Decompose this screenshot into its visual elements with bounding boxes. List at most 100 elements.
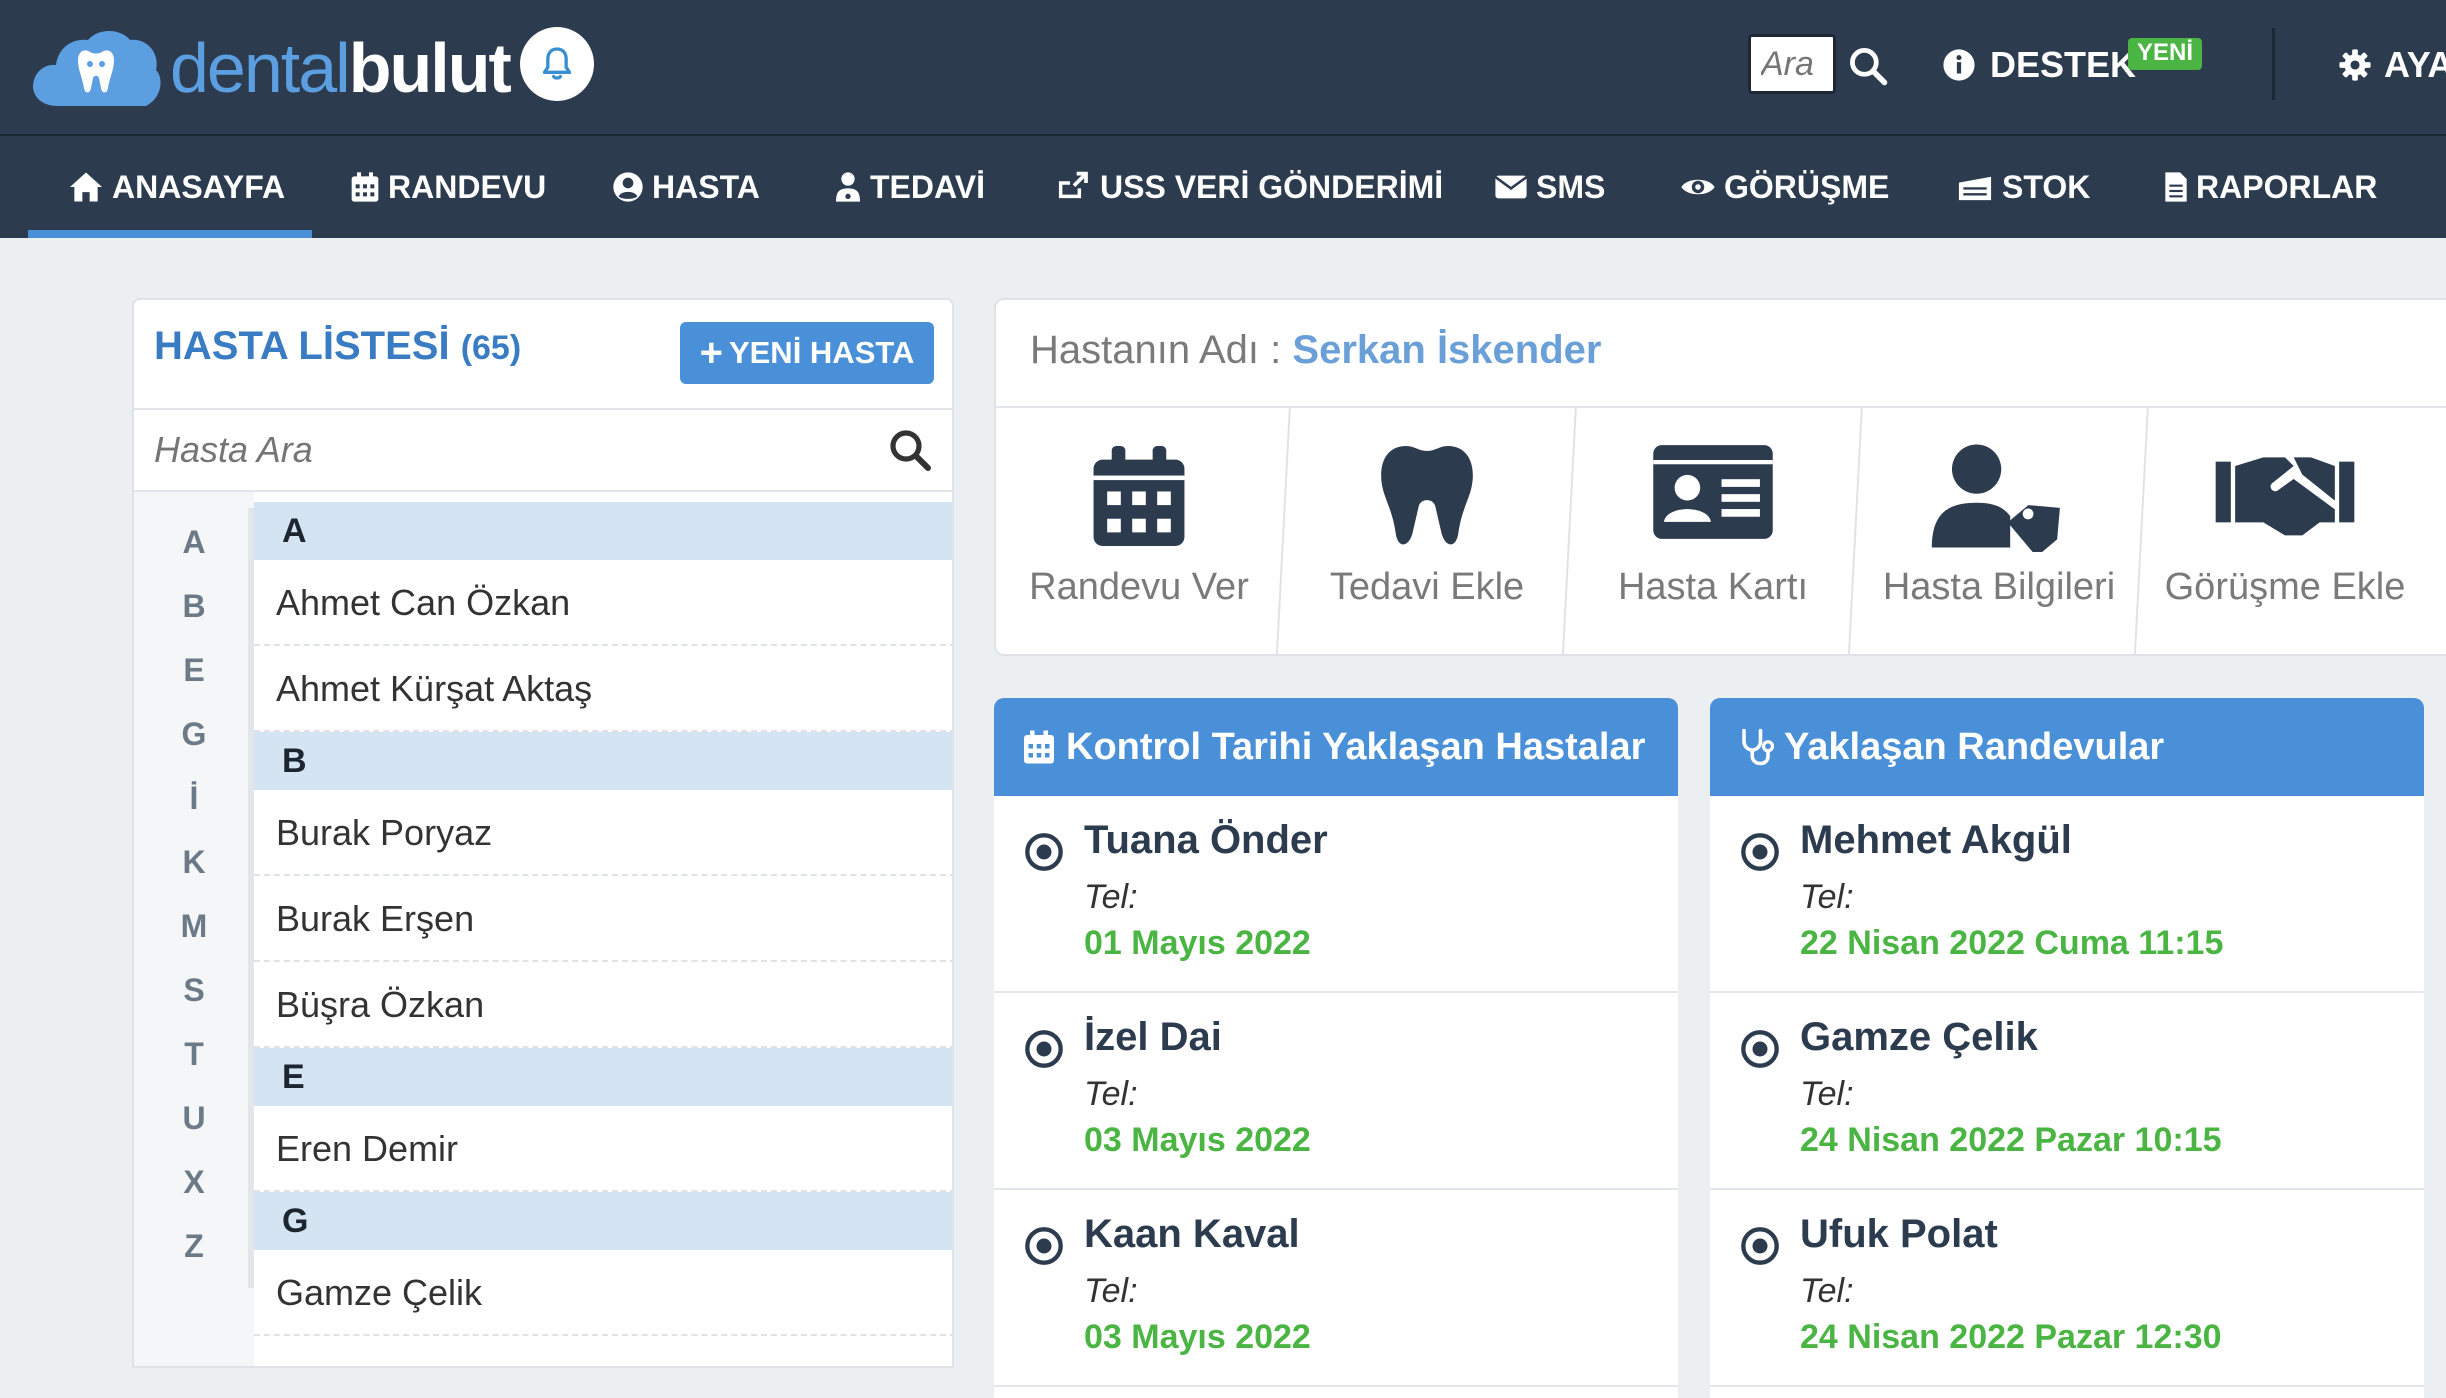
list-item[interactable]: Gamze Çelik Tel: 24 Nisan 2022 Pazar 10:… [1710,993,2424,1190]
dot-circle-icon [1741,1227,1779,1265]
alphabet-letter[interactable]: X [134,1164,254,1201]
action-label: Tedavi Ekle [1329,566,1525,608]
action-gorusme-ekle[interactable]: Görüşme Ekle [2142,408,2428,654]
list-item[interactable]: Ufuk Polat Tel: 24 Nisan 2022 Pazar 12:3… [1710,1190,2424,1387]
control-widget-title: Kontrol Tarihi Yaklaşan Hastalar [1066,725,1646,768]
user-md-icon [836,172,860,202]
alphabet-letter[interactable]: S [134,972,254,1009]
nav-item-hasta[interactable]: HASTA [612,136,760,238]
global-search-input[interactable] [1748,34,1836,94]
nav-item-gorusme[interactable]: GÖRÜŞME [1680,136,1889,238]
entry-name: İzel Dai [1084,1015,1222,1059]
nav-item-sms[interactable]: SMS [1494,136,1605,238]
action-tedavi-ekle[interactable]: Tedavi Ekle [1284,408,1570,654]
nav-label-gorusme: GÖRÜŞME [1724,168,1890,205]
dot-circle-icon [1025,1227,1063,1265]
group-header-b: B [254,732,952,790]
support-link[interactable]: DESTEK [1942,38,2136,92]
action-label: Hasta Kartı [1617,566,1809,608]
action-hasta-karti[interactable]: Hasta Kartı [1570,408,1856,654]
tooth-icon [1381,446,1473,545]
calendar-icon [1093,446,1185,546]
entry-name: Gamze Çelik [1800,1015,2038,1059]
patient-row[interactable]: Eren Demir [254,1106,952,1192]
dot-circle-icon [1025,833,1063,871]
stethoscope-icon [1742,728,1774,766]
patient-name[interactable]: Serkan İskender [1292,328,1601,372]
entry-name: Mehmet Akgül [1800,818,2072,862]
list-item[interactable]: Mehmet Akgül Tel: 22 Nisan 2022 Cuma 11:… [1710,796,2424,993]
patient-row[interactable]: Gamze Çelik [254,1250,952,1336]
patient-row[interactable]: Ahmet Kürşat Aktaş [254,646,952,732]
control-date-widget: Kontrol Tarihi Yaklaşan Hastalar Tuana Ö… [994,698,1678,1398]
list-item[interactable]: Tuana Önder Tel: 01 Mayıs 2022 [994,796,1678,993]
new-patient-button[interactable]: + YENİ HASTA [680,322,934,384]
search-icon[interactable] [886,426,934,474]
nav-item-anasayfa[interactable]: ANASAYFA [68,136,285,238]
nav-item-stok[interactable]: STOK [1956,136,2090,238]
alphabet-letter[interactable]: G [134,716,254,753]
alphabet-letter[interactable]: K [134,844,254,881]
action-label: Randevu Ver [1029,566,1249,608]
alphabet-letter[interactable]: B [134,588,254,625]
nav-label-sms: SMS [1536,168,1606,205]
nav-active-indicator [28,230,312,238]
appointments-widget-title: Yaklaşan Randevular [1784,725,2165,768]
alphabet-letter[interactable]: İ [134,780,254,817]
nav-item-randevu[interactable]: RANDEVU [350,136,546,238]
action-label: Görüşme Ekle [2164,566,2406,608]
alphabet-letter[interactable]: Z [134,1228,254,1265]
new-badge: YENİ [2128,38,2203,70]
patient-name-label: Hastanın Adı : [1030,328,1282,372]
nav-item-raporlar[interactable]: RAPORLAR [2164,136,2377,238]
nav-item-uss[interactable]: USS VERİ GÖNDERİMİ [1056,136,1443,238]
patient-row[interactable]: Ahmet Can Özkan [254,560,952,646]
entry-tel: Tel: [1800,1272,1854,1310]
patient-search-input[interactable] [134,410,874,490]
info-circle-icon [1943,49,1975,81]
selected-patient: Hastanın Adı : Serkan İskender [1030,328,1601,373]
alphabet-letter[interactable]: T [134,1036,254,1073]
id-card-icon [1653,445,1773,539]
alphabet-letter[interactable]: U [134,1100,254,1137]
nav-label-tedavi: TEDAVİ [870,168,985,205]
patient-list-title: HASTA LİSTESİ (65) [154,324,521,369]
patient-row[interactable]: Büşra Özkan [254,962,952,1048]
action-hasta-bilgileri[interactable]: Hasta Bilgileri [1856,408,2142,654]
alphabet-letter[interactable]: A [134,524,254,561]
nav-item-tedavi[interactable]: TEDAVİ [834,136,985,238]
file-icon [2165,172,2187,202]
patient-row[interactable]: Burak Erşen [254,876,952,962]
entry-tel: Tel: [1084,878,1138,916]
settings-link[interactable]: AYARLAR [2338,38,2446,92]
action-randevu-ver[interactable]: Randevu Ver [996,408,1282,654]
patient-groups: A Ahmet Can Özkan Ahmet Kürşat Aktaş B B… [254,502,952,1336]
control-widget-header: Kontrol Tarihi Yaklaşan Hastalar [994,698,1678,796]
bell-icon [542,47,572,80]
brand-logo[interactable]: dentalbulut [28,18,512,118]
group-header-a: A [254,502,952,560]
entry-tel: Tel: [1084,1075,1138,1113]
list-item[interactable]: İzel Dai Tel: 03 Mayıs 2022 [994,993,1678,1190]
entry-date: 24 Nisan 2022 Pazar 12:30 [1800,1318,2222,1356]
cloud-tooth-icon [33,31,161,106]
calendar-icon [1024,730,1054,764]
dot-circle-icon [1741,833,1779,871]
inbox-icon [1958,176,1992,201]
brand-part1: dental [170,29,351,107]
list-item[interactable]: Kaan Kaval Tel: 03 Mayıs 2022 [994,1190,1678,1387]
notifications-button[interactable] [520,27,594,101]
search-icon[interactable] [1846,44,1890,88]
entry-date: 03 Mayıs 2022 [1084,1121,1311,1159]
patient-list-title-text: HASTA LİSTESİ [154,324,450,368]
action-label: Hasta Bilgileri [1882,566,2116,608]
alphabet-letter[interactable]: E [134,652,254,689]
plus-icon: + [699,331,723,375]
new-patient-label: YENİ HASTA [728,335,915,370]
home-icon [70,172,102,202]
patient-row[interactable]: Burak Poryaz [254,790,952,876]
dot-circle-icon [1025,1030,1063,1068]
nav-label-uss: USS VERİ GÖNDERİMİ [1100,168,1444,205]
patient-list-panel: HASTA LİSTESİ (65) + YENİ HASTA A B E G … [132,298,954,1368]
alphabet-letter[interactable]: M [134,908,254,945]
